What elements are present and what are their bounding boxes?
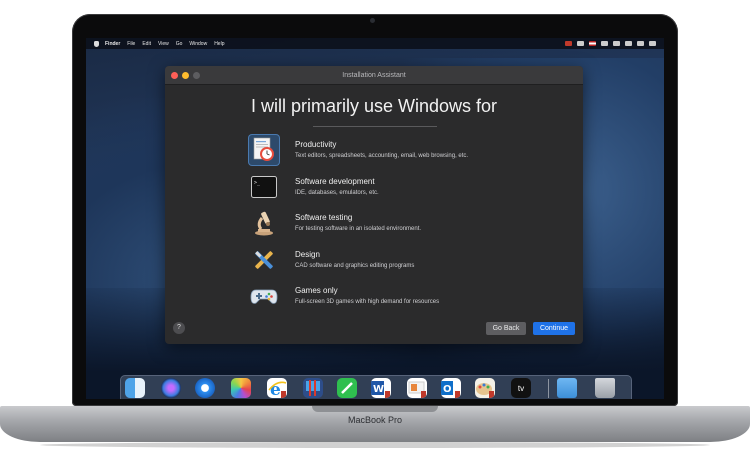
option-description: IDE, databases, emulators, etc. xyxy=(295,189,379,196)
apple-tv-icon[interactable]: tv xyxy=(511,378,531,398)
camera-icon xyxy=(370,18,375,23)
page-title: I will primarily use Windows for xyxy=(250,96,498,116)
option-description: Full-screen 3D games with high demand fo… xyxy=(295,299,440,305)
safari-icon[interactable] xyxy=(195,378,215,398)
dock-separator xyxy=(548,379,549,398)
option-productivity[interactable]: Productivity Text editors, spreadsheets,… xyxy=(249,133,529,170)
wifi-icon[interactable] xyxy=(613,41,620,46)
option-software-development[interactable]: >_ Software development IDE, databases, … xyxy=(249,170,529,207)
continue-button[interactable]: Continue xyxy=(533,322,575,335)
menu-file[interactable]: File xyxy=(127,41,135,47)
trash-icon[interactable] xyxy=(595,378,615,398)
laptop-shadow xyxy=(40,442,710,448)
laptop-brand-label: MacBook Pro xyxy=(347,415,403,425)
terminal-icon: >_ xyxy=(249,172,279,202)
photos-icon[interactable] xyxy=(231,378,251,398)
siri-icon[interactable] xyxy=(161,378,181,398)
go-back-button[interactable]: Go Back xyxy=(486,322,526,335)
option-title: Software development xyxy=(295,176,375,186)
downloads-folder-icon[interactable] xyxy=(557,378,577,398)
evernote-icon[interactable] xyxy=(337,378,357,398)
outlook-icon[interactable]: O xyxy=(441,378,461,398)
gamepad-icon xyxy=(249,281,279,311)
option-games-only[interactable]: Games only Full-screen 3D games with hig… xyxy=(249,279,529,316)
display-status-icon[interactable] xyxy=(577,41,584,46)
control-center-icon[interactable] xyxy=(649,41,656,46)
option-description: For testing software in an isolated envi… xyxy=(295,226,422,232)
parallels-icon[interactable] xyxy=(303,378,323,398)
input-source-flag-icon[interactable] xyxy=(589,41,596,46)
word-icon[interactable]: W xyxy=(371,378,391,398)
productivity-icon xyxy=(249,135,279,165)
option-design[interactable]: Design CAD software and graphics editing… xyxy=(249,243,529,280)
close-button[interactable] xyxy=(171,72,178,79)
status-menus xyxy=(565,41,656,46)
help-button[interactable]: ? xyxy=(173,322,185,334)
option-description: Text editors, spreadsheets, accounting, … xyxy=(295,153,469,159)
dock: e W O tv xyxy=(120,375,632,399)
svg-text:>_: >_ xyxy=(254,180,261,186)
finder-icon[interactable] xyxy=(125,378,145,398)
svg-text:O: O xyxy=(443,384,452,395)
microscope-icon xyxy=(249,208,279,238)
menu-bar: Finder File Edit View Go Window Help xyxy=(86,38,664,49)
user-status-icon[interactable] xyxy=(601,41,608,46)
svg-text:W: W xyxy=(373,384,384,395)
apple-tv-label: tv xyxy=(517,383,525,393)
menu-help[interactable]: Help xyxy=(214,41,224,47)
menu-app-name[interactable]: Finder xyxy=(105,41,120,47)
internet-explorer-icon[interactable]: e xyxy=(267,378,287,398)
zoom-button[interactable] xyxy=(193,72,200,79)
search-icon[interactable] xyxy=(637,41,644,46)
apple-menu-icon[interactable] xyxy=(94,40,99,47)
window-controls xyxy=(171,72,200,79)
menu-window[interactable]: Window xyxy=(189,41,207,47)
title-bar[interactable]: Installation Assistant xyxy=(165,66,583,85)
option-title: Games only xyxy=(295,286,338,295)
usage-options: Productivity Text editors, spreadsheets,… xyxy=(249,133,529,316)
installation-assistant-window: Installation Assistant I will primarily … xyxy=(165,66,583,344)
menu-view[interactable]: View xyxy=(158,41,169,47)
menu-edit[interactable]: Edit xyxy=(142,41,151,47)
option-description: CAD software and graphics editing progra… xyxy=(295,262,415,269)
option-title: Productivity xyxy=(295,140,337,149)
divider xyxy=(313,126,437,127)
design-tools-icon xyxy=(249,245,279,275)
minimize-button[interactable] xyxy=(182,72,189,79)
option-title: Software testing xyxy=(295,213,353,222)
powerpoint-icon[interactable] xyxy=(407,378,427,398)
battery-icon[interactable] xyxy=(625,41,632,46)
parallels-status-icon[interactable] xyxy=(565,41,572,46)
opening-notch xyxy=(312,406,438,412)
laptop-lid: Finder File Edit View Go Window Help Ins… xyxy=(72,14,678,406)
window-title: Installation Assistant xyxy=(342,71,406,79)
menu-go[interactable]: Go xyxy=(176,41,183,47)
screen: Finder File Edit View Go Window Help Ins… xyxy=(86,38,664,399)
paint-icon[interactable] xyxy=(475,378,495,398)
option-title: Design xyxy=(295,249,320,259)
option-software-testing[interactable]: Software testing For testing software in… xyxy=(249,206,529,243)
